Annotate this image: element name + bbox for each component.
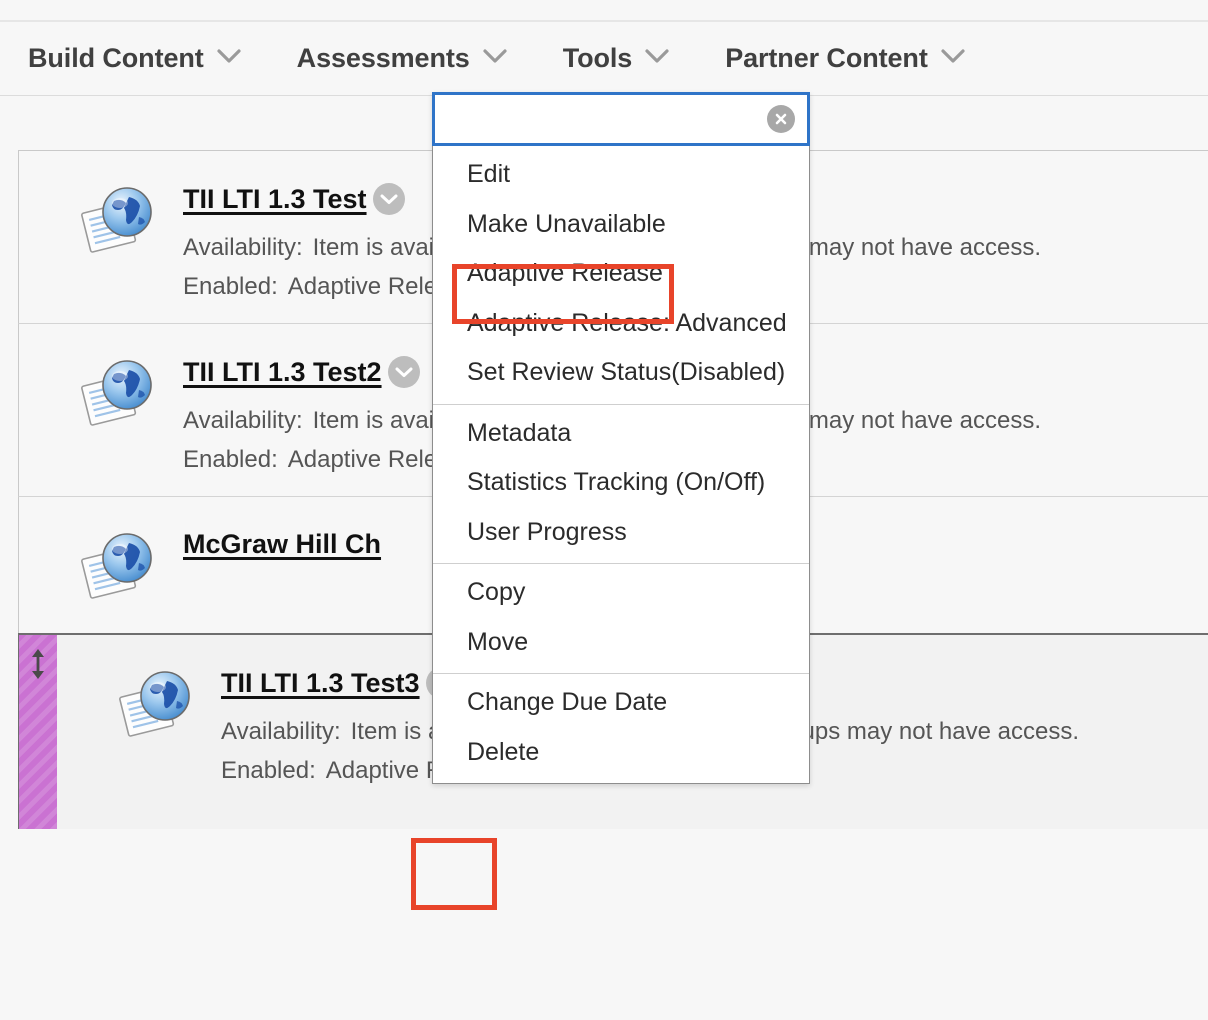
- chevron-down-circle-icon[interactable]: [372, 183, 405, 215]
- lti-content-globe-document-icon: [115, 663, 201, 749]
- search-input[interactable]: [435, 95, 807, 143]
- action-bar: Build Content Assessments Tools Partner …: [0, 22, 1208, 96]
- enabled-label: Enabled:: [183, 273, 278, 300]
- move-up-down-arrow-icon: [29, 647, 47, 829]
- menu-item-adaptive-release[interactable]: Adaptive Release: [433, 249, 809, 299]
- action-menu-build-content-label: Build Content: [28, 43, 204, 73]
- menu-item-statistics-tracking[interactable]: Statistics Tracking (On/Off): [433, 458, 809, 508]
- action-menu-assessments-label: Assessments: [296, 43, 470, 73]
- chevron-down-circle-icon[interactable]: [387, 356, 420, 388]
- clear-circle-x-icon[interactable]: [767, 105, 795, 133]
- search-field-wrapper: [432, 92, 810, 146]
- row-drag-handle[interactable]: [19, 635, 57, 829]
- action-menu-tools-label: Tools: [562, 43, 633, 73]
- lti-content-globe-document-icon: [77, 525, 163, 611]
- context-menu-group-1: Edit Make Unavailable Adaptive Release A…: [433, 146, 809, 404]
- menu-item-edit[interactable]: Edit: [433, 150, 809, 200]
- context-menu-group-4: Change Due Date Delete: [433, 673, 809, 783]
- top-strip: [0, 0, 1208, 20]
- action-menu-tools[interactable]: Tools: [563, 43, 670, 74]
- action-menu-assessments[interactable]: Assessments: [297, 43, 507, 74]
- menu-item-user-progress[interactable]: User Progress: [433, 508, 809, 558]
- context-menu-group-2: Metadata Statistics Tracking (On/Off) Us…: [433, 403, 809, 564]
- availability-label: Availability:: [183, 407, 303, 434]
- menu-item-metadata[interactable]: Metadata: [433, 409, 809, 459]
- chevron-down-icon: [645, 49, 669, 64]
- lti-content-globe-document-icon: [77, 352, 163, 438]
- menu-item-delete[interactable]: Delete: [433, 728, 809, 778]
- context-menu-search-row: [432, 92, 810, 146]
- action-menu-build-content[interactable]: Build Content: [28, 43, 241, 74]
- content-item-title-link[interactable]: TII LTI 1.3 Test: [183, 184, 367, 215]
- menu-item-change-due-date[interactable]: Change Due Date: [433, 678, 809, 728]
- menu-item-move[interactable]: Move: [433, 618, 809, 668]
- enabled-label: Enabled:: [183, 446, 278, 473]
- menu-item-adaptive-release-advanced[interactable]: Adaptive Release: Advanced: [433, 299, 809, 349]
- chevron-down-icon: [483, 49, 507, 64]
- content-item-title-link[interactable]: TII LTI 1.3 Test2: [183, 357, 382, 388]
- context-menu: Edit Make Unavailable Adaptive Release A…: [432, 92, 810, 784]
- menu-item-make-unavailable[interactable]: Make Unavailable: [433, 200, 809, 250]
- action-menu-partner-content-label: Partner Content: [725, 43, 928, 73]
- availability-label: Availability:: [183, 234, 303, 261]
- menu-item-copy[interactable]: Copy: [433, 568, 809, 618]
- context-menu-group-3: Copy Move: [433, 563, 809, 673]
- highlight-box-row-caret: [411, 838, 497, 910]
- chevron-down-icon: [941, 49, 965, 64]
- chevron-down-icon: [217, 49, 241, 64]
- menu-item-set-review-status[interactable]: Set Review Status(Disabled): [433, 348, 809, 398]
- content-item-title-link[interactable]: TII LTI 1.3 Test3: [221, 668, 420, 699]
- availability-label: Availability:: [221, 718, 341, 745]
- page-root: Build Content Assessments Tools Partner …: [0, 0, 1208, 1020]
- enabled-label: Enabled:: [221, 757, 316, 784]
- action-menu-partner-content[interactable]: Partner Content: [725, 43, 965, 74]
- content-item-title-link[interactable]: McGraw Hill Ch: [183, 529, 381, 560]
- lti-content-globe-document-icon: [77, 179, 163, 265]
